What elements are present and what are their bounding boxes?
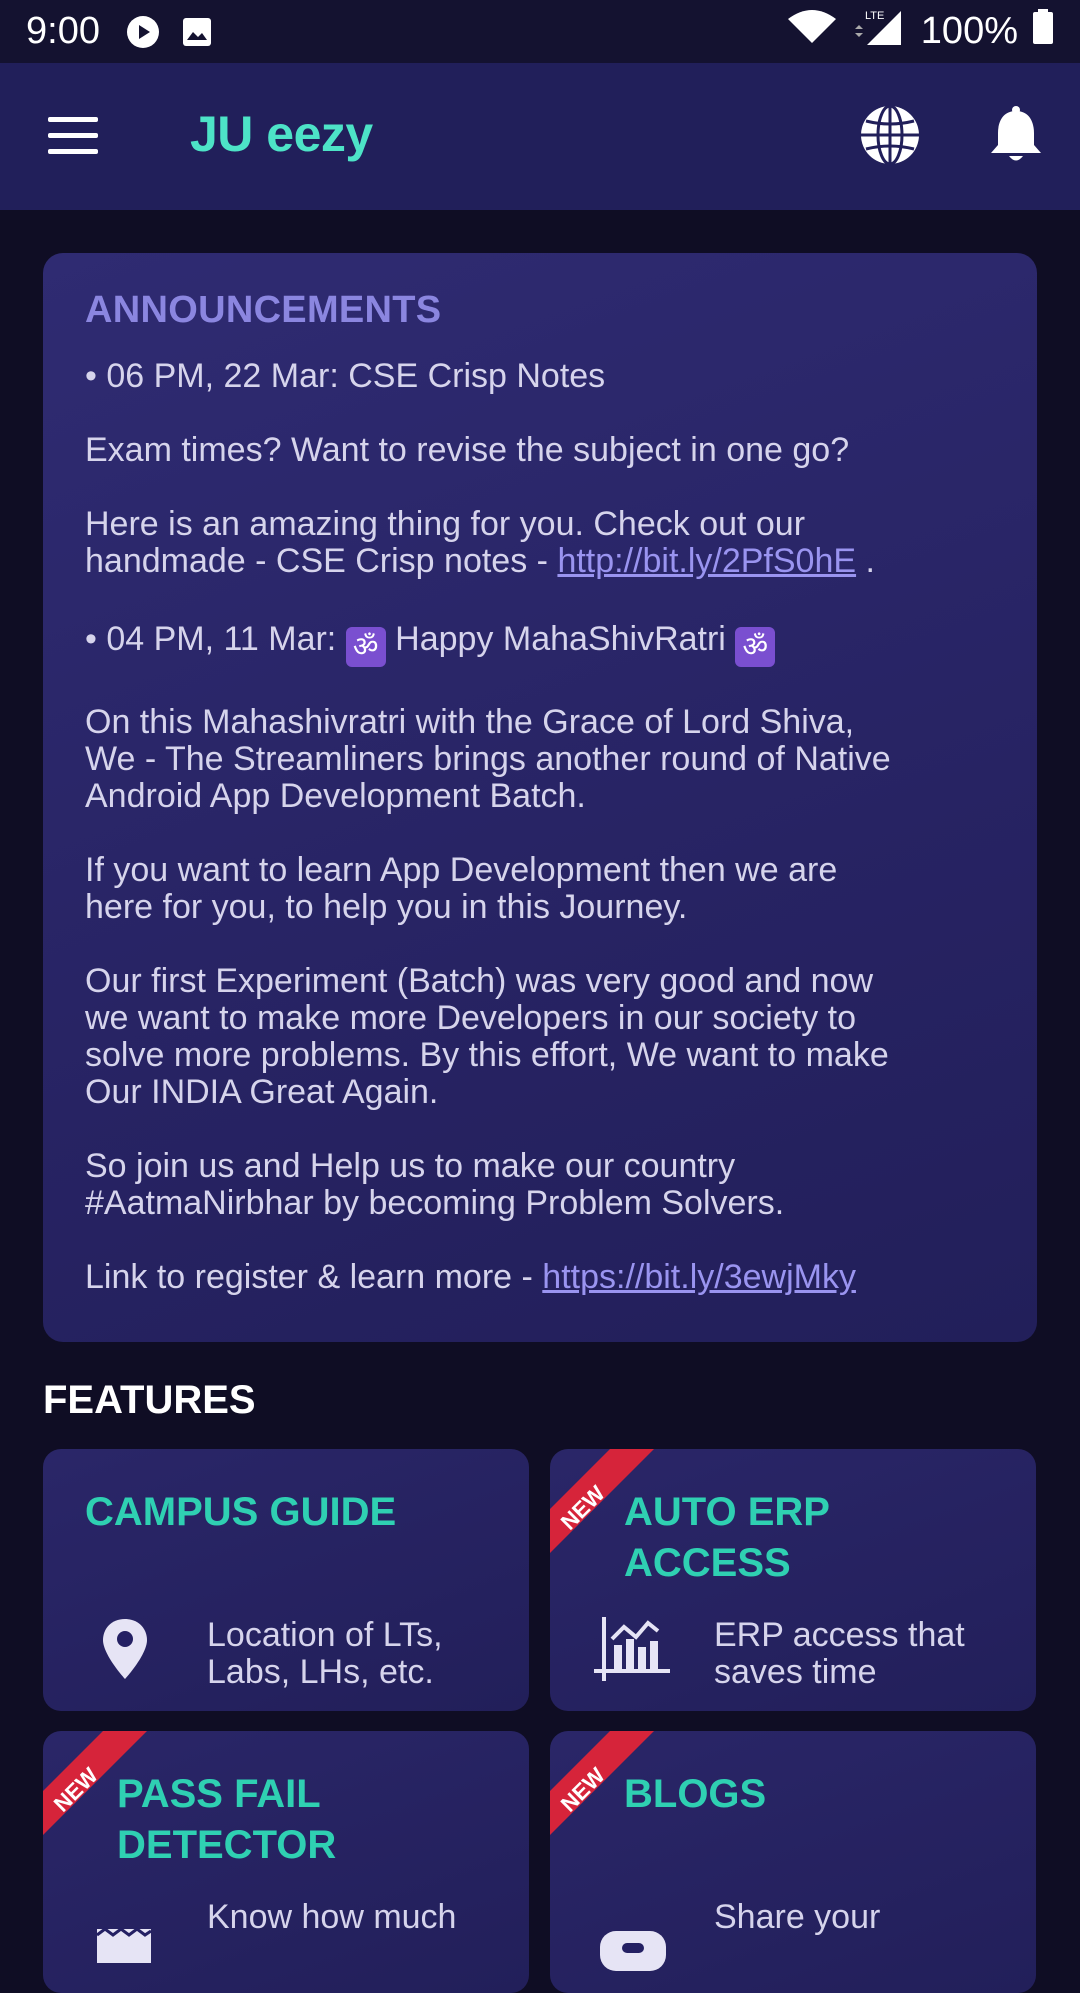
app-title: JU eezy [190,106,373,162]
globe-icon [861,104,919,166]
announcement-text: So join us and Help us to make our count… [85,1147,736,1185]
battery-icon [1032,8,1054,55]
feature-card-title-line: PASS FAIL [117,1772,321,1816]
feature-card-pass-fail-detector[interactable]: NEW PASS FAIL DETECTOR Know how much [43,1731,529,1993]
menu-button[interactable] [48,117,98,155]
feature-card-title-line: DETECTOR [117,1823,337,1867]
announcement-text: #AatmaNirbhar by becoming Problem Solver… [85,1184,785,1222]
hamburger-line [48,133,98,138]
announcement-text-with-link: Link to register & learn more - https://… [85,1259,995,1296]
status-time: 9:00 [26,10,100,52]
bell-icon [991,106,1041,161]
feature-card-description: Know how much [207,1899,456,1936]
announcement-text: handmade - CSE Crisp notes - [85,542,558,580]
announcements-card: ANNOUNCEMENTS • 06 PM, 22 Mar: CSE Crisp… [43,253,1037,1342]
status-bar: 9:00 LTE 100% [0,0,1080,63]
play-icon [126,15,160,49]
feature-card-title-line: CAMPUS GUIDE [85,1490,397,1534]
lte-label: LTE [865,10,884,22]
location-pin-icon [85,1609,165,1689]
announcement-heading-text: • 04 PM, 11 Mar: [85,620,346,658]
bar-chart-icon [592,1609,672,1689]
announcement-text: Our first Experiment (Batch) was very go… [85,962,873,1000]
announcement-text: On this Mahashivratri with the Grace of … [85,703,855,741]
feature-card-desc-line: Labs, LHs, etc. [207,1653,434,1691]
feature-card-title-line: ACCESS [624,1541,791,1585]
feature-card-desc-line: Share your [714,1898,881,1936]
announcement-text: Here is an amazing thing for you. Check … [85,505,806,543]
wifi-icon [787,9,837,55]
feature-card-description: Location of LTs, Labs, LHs, etc. [207,1617,443,1691]
lte-signal-icon: LTE [851,7,907,57]
crisp-notes-link[interactable]: http://bit.ly/2PfS0hE [557,542,856,580]
announcement-text: Exam times? Want to revise the subject i… [85,431,850,469]
feature-card-title: BLOGS [624,1769,766,1820]
feature-card-desc-line: saves time [714,1653,877,1691]
feature-card-blogs[interactable]: NEW BLOGS Share your [550,1731,1036,1993]
hamburger-icon [48,117,98,122]
om-emoji-icon: ॐ [735,627,776,667]
announcement-heading: • 06 PM, 22 Mar: CSE Crisp Notes [85,357,606,395]
announcement-text-with-link: handmade - CSE Crisp notes - http://bit.… [85,543,995,580]
receipt-icon [85,1891,165,1971]
announcement-text: solve more problems. By this effort, We … [85,1036,889,1074]
om-emoji-icon: ॐ [345,627,386,667]
feature-card-title: PASS FAIL DETECTOR [117,1769,336,1871]
battery-percent: 100% [920,10,1018,52]
feature-card-desc-line: Location of LTs, [207,1616,443,1654]
register-link[interactable]: https://bit.ly/3ewjMky [542,1258,856,1296]
feature-card-title-line: AUTO ERP [624,1490,830,1534]
announcement-text: If you want to learn App Development the… [85,851,838,889]
announcement-text: Android App Development Batch. [85,777,586,815]
features-heading: FEATURES [43,1378,256,1422]
image-icon [182,17,212,47]
announcement-text: Link to register & learn more - [85,1258,543,1296]
feature-card-description: ERP access that saves time [714,1617,965,1691]
feature-card-title-line: BLOGS [624,1772,767,1816]
announcements-title: ANNOUNCEMENTS [85,289,442,331]
blog-icon [592,1891,672,1971]
feature-card-campus-guide[interactable]: CAMPUS GUIDE Location of LTs, Labs, LHs,… [43,1449,529,1711]
announcement-text: . [856,542,875,580]
announcement-text: Our INDIA Great Again. [85,1073,439,1111]
announcement-text: we want to make more Developers in our s… [85,999,857,1037]
feature-card-title: CAMPUS GUIDE [85,1487,396,1538]
announcement-heading-text: Happy MahaShivRatri [385,620,736,658]
feature-card-desc-line: ERP access that [714,1616,965,1654]
app-bar: JU eezy [0,63,1080,210]
announcement-text: We - The Streamliners brings another rou… [85,740,891,778]
feature-card-description: Share your [714,1899,880,1936]
feature-card-auto-erp-access[interactable]: NEW AUTO ERP ACCESS ERP access that save… [550,1449,1036,1711]
globe-button[interactable] [858,103,922,167]
announcement-heading: • 04 PM, 11 Mar: ॐ Happy MahaShivRatri ॐ [85,621,995,667]
notifications-button[interactable] [988,105,1044,165]
feature-card-title: AUTO ERP ACCESS [624,1487,830,1589]
hamburger-line [48,149,98,154]
feature-card-desc-line: Know how much [207,1898,457,1936]
announcement-text: here for you, to help you in this Journe… [85,888,688,926]
